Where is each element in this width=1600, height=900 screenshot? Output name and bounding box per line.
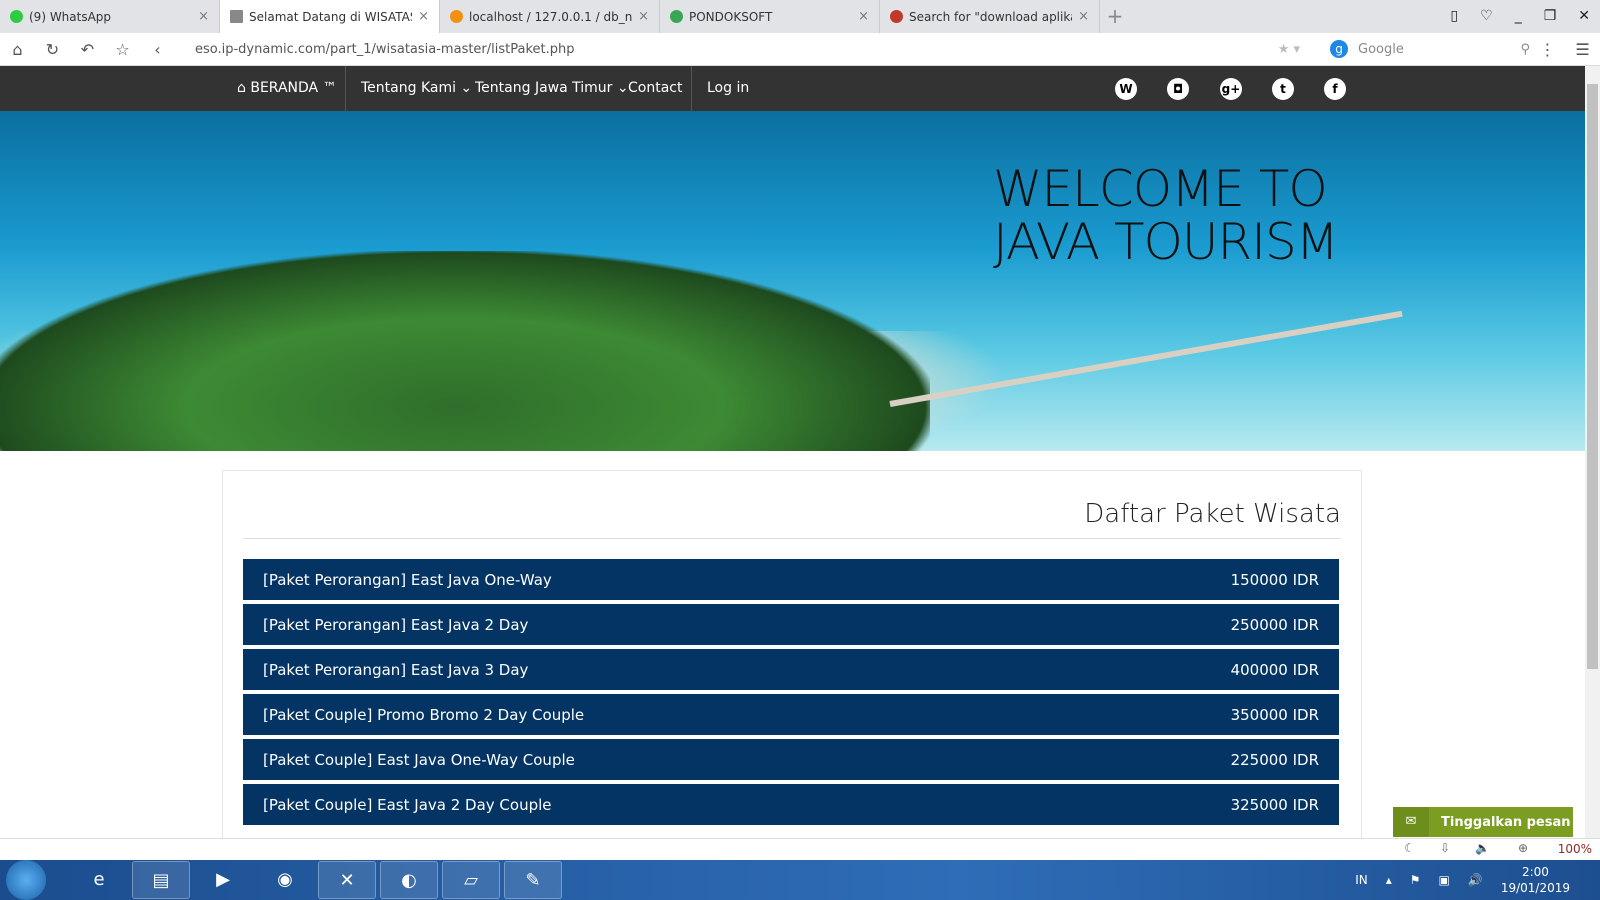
hero-title: WELCOME TO JAVA TOURISM <box>993 160 1339 271</box>
restore-button[interactable]: ❐ <box>1544 0 1557 33</box>
network-icon[interactable]: ▣ <box>1439 873 1450 887</box>
scrollbar[interactable] <box>1585 66 1600 838</box>
close-icon[interactable]: × <box>418 9 429 24</box>
chrome-icon[interactable]: ◉ <box>256 861 314 899</box>
mail-icon: ✉ <box>1393 807 1429 837</box>
nav-login[interactable]: Log in <box>707 66 749 111</box>
zoom-level[interactable]: 100% <box>1558 842 1592 856</box>
nav-contact[interactable]: Contact <box>628 66 682 111</box>
tab-bar: (9) WhatsApp × Selamat Datang di WISATASI… <box>0 0 1600 33</box>
address-bar: ⌂ ↻ ↶ ☆ ‹ eso.ip-dynamic.com/part_1/wisa… <box>0 33 1600 66</box>
tab-wisatasia[interactable]: Selamat Datang di WISATASIA × <box>220 0 440 33</box>
explorer-icon[interactable]: ▤ <box>132 861 190 899</box>
uc-browser-icon[interactable]: ◐ <box>380 861 438 899</box>
more-icon[interactable]: ⋮ <box>1530 40 1565 59</box>
action-center-icon[interactable]: ⚑ <box>1410 873 1421 887</box>
clock[interactable]: 2:00 19/01/2019 <box>1501 864 1570 896</box>
window-controls: ▯ ♡ _ ❐ ✕ <box>1450 0 1590 33</box>
ie-icon[interactable]: e <box>70 861 128 899</box>
twitter-icon[interactable]: t <box>1272 78 1294 100</box>
taskbar: e ▤ ▶ ◉ ✕ ◐ ▱ ✎ IN ▴ ⚑ ▣ 🔊 2:00 19/01/201… <box>0 860 1600 900</box>
island-image <box>0 251 930 451</box>
search-box[interactable]: g Google ⚲ <box>1330 40 1530 58</box>
google-plus-icon[interactable]: g+ <box>1220 78 1242 100</box>
divider <box>691 66 692 111</box>
close-icon[interactable]: × <box>638 9 649 24</box>
leave-message-button[interactable]: ✉ Tinggalkan pesan <box>1393 807 1573 837</box>
nav-tentang-jawa-timur[interactable]: Tentang Jawa Timur ⌄ <box>475 66 629 111</box>
xampp-icon[interactable]: ✕ <box>318 861 376 899</box>
paint-icon[interactable]: ✎ <box>504 861 562 899</box>
nav-beranda[interactable]: ⌂ BERANDA ™ <box>237 66 337 111</box>
star-icon[interactable]: ★ ▾ <box>1278 42 1300 57</box>
site-navbar: ⌂ BERANDA ™ Tentang Kami ⌄ Tentang Jawa … <box>0 66 1585 111</box>
language-indicator[interactable]: IN <box>1355 873 1368 887</box>
package-row[interactable]: [Paket Couple] Promo Bromo 2 Day Couple 3… <box>243 694 1339 735</box>
tile-icon[interactable]: ▯ <box>1450 0 1458 33</box>
reload-icon[interactable]: ↻ <box>35 40 70 59</box>
package-row[interactable]: [Paket Perorangan] East Java One-Way 1500… <box>243 559 1339 600</box>
show-hidden-icon[interactable]: ▴ <box>1386 873 1392 887</box>
bookmark-icon[interactable]: ☆ <box>105 40 140 59</box>
instagram-icon[interactable]: ◘ <box>1167 78 1189 100</box>
media-player-icon[interactable]: ▶ <box>194 861 252 899</box>
hero-banner: WELCOME TO JAVA TOURISM <box>0 111 1585 451</box>
night-mode-icon[interactable]: ☾ <box>1404 841 1415 855</box>
google-icon: g <box>1330 40 1348 58</box>
menu-icon[interactable]: ☰ <box>1565 40 1600 59</box>
close-icon[interactable]: × <box>858 9 869 24</box>
divider <box>243 538 1341 539</box>
home-icon: ⌂ <box>237 80 251 96</box>
pondoksoft-icon <box>670 10 683 23</box>
facebook-icon[interactable]: f <box>1324 78 1346 100</box>
zoom-icon[interactable]: ⊕ <box>1518 841 1528 855</box>
search-icon[interactable]: ⚲ <box>1520 42 1530 57</box>
close-icon[interactable]: × <box>198 9 209 24</box>
url-input[interactable]: eso.ip-dynamic.com/part_1/wisatasia-mast… <box>195 42 1278 57</box>
system-tray: IN ▴ ⚑ ▣ 🔊 2:00 19/01/2019 <box>1355 860 1570 900</box>
tab-phpmyadmin[interactable]: localhost / 127.0.0.1 / db_ninat× <box>440 0 660 33</box>
volume-icon[interactable]: 🔊 <box>1468 873 1483 887</box>
package-panel: Daftar Paket Wisata [Paket Perorangan] E… <box>222 470 1362 840</box>
close-window-button[interactable]: ✕ <box>1578 0 1590 33</box>
page-title: Daftar Paket Wisata <box>1084 499 1341 529</box>
wordpress-icon[interactable]: W <box>1115 78 1137 100</box>
new-tab-button[interactable]: + <box>1100 0 1130 33</box>
home-icon[interactable]: ⌂ <box>0 40 35 59</box>
start-button[interactable] <box>6 860 46 900</box>
phpmyadmin-icon <box>450 10 463 23</box>
tab-search[interactable]: Search for "download aplikasi × <box>880 0 1100 33</box>
package-row[interactable]: [Paket Perorangan] East Java 2 Day 250000… <box>243 604 1339 645</box>
skin-icon[interactable]: ♡ <box>1480 0 1493 33</box>
whatsapp-icon <box>10 10 23 23</box>
scrollbar-thumb[interactable] <box>1587 84 1598 669</box>
page-icon <box>230 10 243 23</box>
package-row[interactable]: [Paket Couple] East Java One-Way Couple 2… <box>243 739 1339 780</box>
tab-pondoksoft[interactable]: PONDOKSOFT × <box>660 0 880 33</box>
flame-icon <box>890 10 903 23</box>
download-icon[interactable]: ⇩ <box>1440 841 1450 855</box>
divider <box>345 66 346 111</box>
status-bar: ☾ ⇩ 🔈 ⊕ 100% <box>0 838 1600 860</box>
package-row[interactable]: [Paket Couple] East Java 2 Day Couple 325… <box>243 784 1339 825</box>
tab-whatsapp[interactable]: (9) WhatsApp × <box>0 0 220 33</box>
close-icon[interactable]: × <box>1078 9 1089 24</box>
nav-tentang-kami[interactable]: Tentang Kami ⌄ <box>361 66 472 111</box>
sound-icon[interactable]: 🔈 <box>1475 841 1490 855</box>
package-row[interactable]: [Paket Perorangan] East Java 3 Day 400000… <box>243 649 1339 690</box>
minimize-button[interactable]: _ <box>1515 0 1522 33</box>
notepad-icon[interactable]: ▱ <box>442 861 500 899</box>
back-icon[interactable]: ‹ <box>140 40 175 59</box>
undo-icon[interactable]: ↶ <box>70 40 105 59</box>
